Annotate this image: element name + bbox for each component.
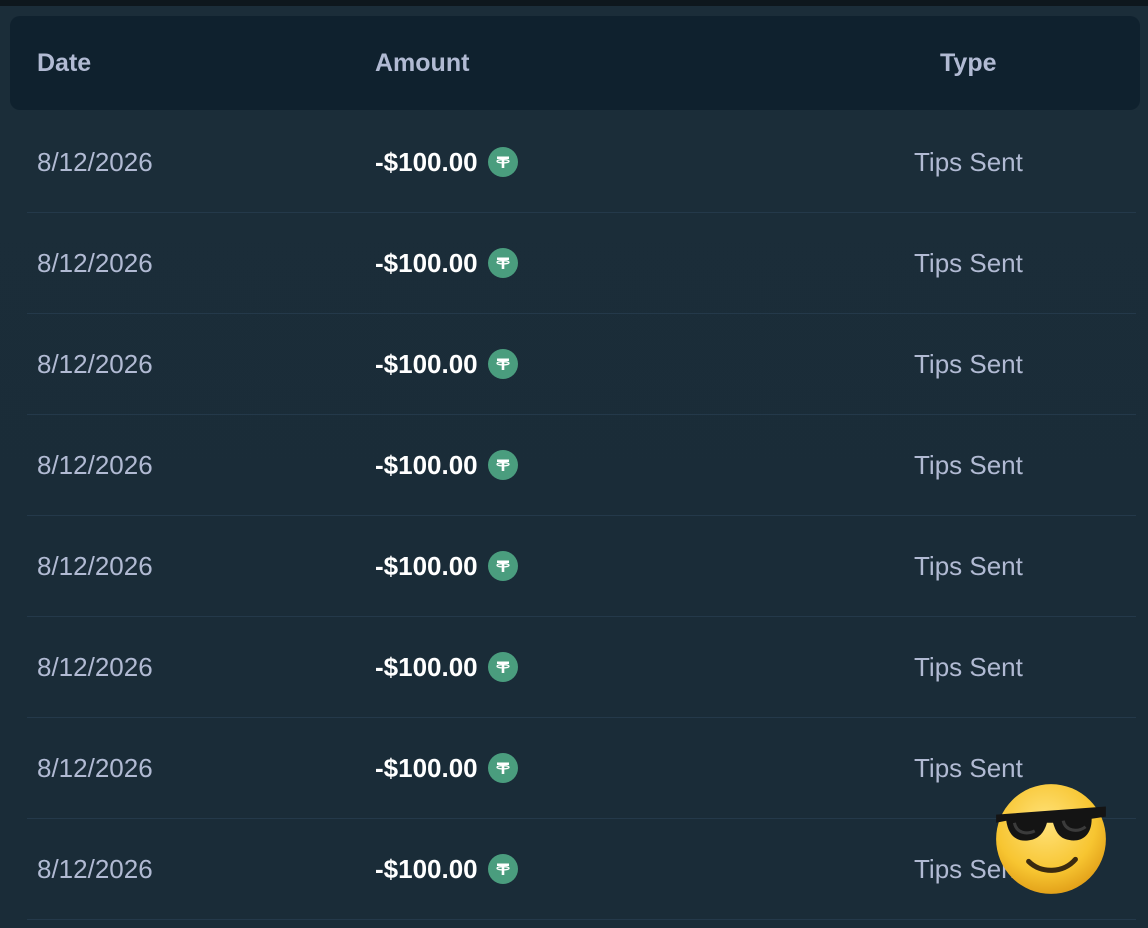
row-amount-value: -$100.00 xyxy=(375,652,478,682)
row-type: Tips Sent xyxy=(914,248,1023,278)
transactions-list: 8/12/2026 -$100.00 Tips Sent 8/12/2026 -$100… xyxy=(0,112,1148,920)
row-amount: -$100.00 xyxy=(375,112,518,212)
row-type: Tips Sent xyxy=(914,147,1023,177)
row-date: 8/12/2026 xyxy=(37,450,153,480)
row-date: 8/12/2026 xyxy=(37,551,153,581)
row-type: Tips Sent xyxy=(914,551,1023,581)
row-amount: -$100.00 xyxy=(375,718,518,818)
row-date: 8/12/2026 xyxy=(37,248,153,278)
transactions-panel: Date Amount Type 8/12/2026 -$100.00 Tips S… xyxy=(0,6,1148,928)
table-row[interactable]: 8/12/2026 -$100.00 Tips Sent xyxy=(27,112,1136,213)
row-amount-value: -$100.00 xyxy=(375,450,478,480)
tether-usdt-icon xyxy=(487,854,518,884)
row-type: Tips Sent xyxy=(914,450,1023,480)
tether-usdt-icon xyxy=(487,652,518,682)
row-date: 8/12/2026 xyxy=(37,753,153,783)
table-row[interactable]: 8/12/2026 -$100.00 Tips Sent xyxy=(27,516,1136,617)
row-type: Tips Sent xyxy=(914,349,1023,379)
row-amount-value: -$100.00 xyxy=(375,753,478,783)
column-header-amount[interactable]: Amount xyxy=(375,16,469,110)
row-amount-value: -$100.00 xyxy=(375,147,478,177)
sunglasses-face-emoji-icon xyxy=(996,784,1106,894)
table-row[interactable]: 8/12/2026 -$100.00 Tips Sent xyxy=(27,718,1136,819)
tether-usdt-icon xyxy=(487,248,518,278)
row-amount-value: -$100.00 xyxy=(375,854,478,884)
tether-usdt-icon xyxy=(487,450,518,480)
tether-usdt-icon xyxy=(487,551,518,581)
row-date: 8/12/2026 xyxy=(37,147,153,177)
row-amount: -$100.00 xyxy=(375,415,518,515)
tether-usdt-icon xyxy=(487,147,518,177)
column-header-date[interactable]: Date xyxy=(37,16,91,110)
row-amount-value: -$100.00 xyxy=(375,248,478,278)
tether-usdt-icon xyxy=(487,349,518,379)
table-row[interactable]: 8/12/2026 -$100.00 Tips Sent xyxy=(27,213,1136,314)
table-row[interactable]: 8/12/2026 -$100.00 Tips Sent xyxy=(27,314,1136,415)
row-amount: -$100.00 xyxy=(375,314,518,414)
row-date: 8/12/2026 xyxy=(37,854,153,884)
row-amount-value: -$100.00 xyxy=(375,551,478,581)
table-row[interactable]: 8/12/2026 -$100.00 Tips Sent xyxy=(27,415,1136,516)
row-amount: -$100.00 xyxy=(375,213,518,313)
table-row[interactable]: 8/12/2026 -$100.00 Tips Sent xyxy=(27,617,1136,718)
column-header-type[interactable]: Type xyxy=(940,16,997,110)
table-header: Date Amount Type xyxy=(10,16,1140,110)
row-type: Tips Sent xyxy=(914,652,1023,682)
row-amount: -$100.00 xyxy=(375,819,518,919)
row-amount-value: -$100.00 xyxy=(375,349,478,379)
row-amount: -$100.00 xyxy=(375,617,518,717)
row-date: 8/12/2026 xyxy=(37,652,153,682)
tether-usdt-icon xyxy=(487,753,518,783)
row-amount: -$100.00 xyxy=(375,516,518,616)
row-date: 8/12/2026 xyxy=(37,349,153,379)
table-row[interactable]: 8/12/2026 -$100.00 Tips Sent xyxy=(27,819,1136,920)
